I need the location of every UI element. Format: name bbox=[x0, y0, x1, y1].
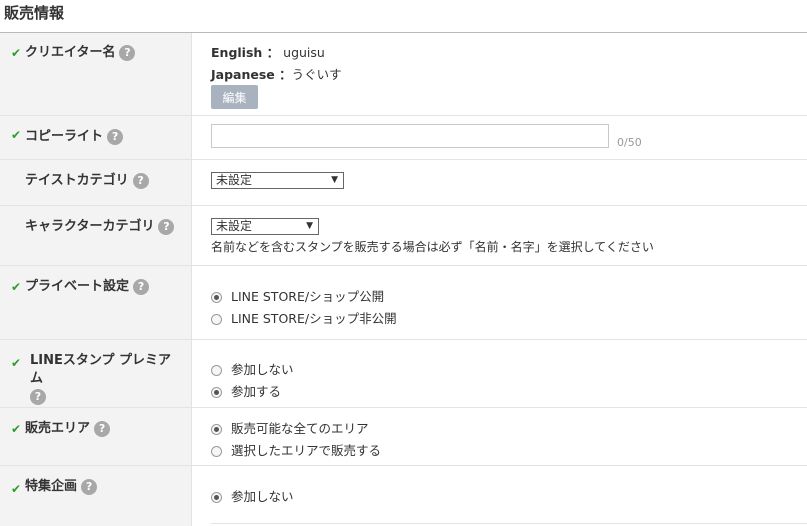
copyright-value-cell: 0/50 bbox=[192, 116, 807, 159]
check-icon: ✔ bbox=[11, 46, 22, 60]
copyright-label-cell: ✔ コピーライト? bbox=[0, 116, 192, 159]
copyright-row: ✔ コピーライト? 0/50 bbox=[0, 116, 807, 160]
character-note: 名前などを含むスタンプを販売する場合は必ず「名前・名字」を選択してください bbox=[211, 240, 654, 254]
help-icon[interactable]: ? bbox=[132, 172, 149, 189]
check-icon: ✔ bbox=[11, 280, 22, 294]
check-icon: ✔ bbox=[11, 128, 22, 142]
private-row: ✔ プライベート設定? LINE STORE/ショップ公開 LINE STORE… bbox=[0, 266, 807, 340]
creator-row: ✔ クリエイター名? English ： uguisu Japanese ：うぐ… bbox=[0, 33, 807, 116]
premium-label-cell: ✔ LINEスタンプ プレミアム? bbox=[0, 340, 192, 407]
edit-button[interactable]: 編集 bbox=[211, 85, 258, 109]
area-row: ✔ 販売エリア? 販売可能な全てのエリア 選択したエリアで販売する bbox=[0, 408, 807, 466]
radio-label: 参加しない bbox=[231, 362, 294, 377]
area-value-cell: 販売可能な全てのエリア 選択したエリアで販売する bbox=[192, 408, 807, 465]
check-icon: ✔ bbox=[11, 356, 22, 370]
radio-button[interactable] bbox=[211, 387, 222, 398]
check-icon: ✔ bbox=[11, 422, 22, 436]
private-label: プライベート設定 bbox=[25, 279, 130, 294]
check-icon: ✔ bbox=[11, 482, 22, 496]
taste-select[interactable]: 未設定 ▼ bbox=[211, 172, 344, 189]
radio-label: 参加しない bbox=[231, 489, 294, 504]
private-value-cell: LINE STORE/ショップ公開 LINE STORE/ショップ非公開 bbox=[192, 266, 807, 339]
radio-option[interactable]: LINE STORE/ショップ非公開 bbox=[211, 308, 397, 327]
radio-button[interactable] bbox=[211, 314, 222, 325]
radio-option[interactable]: 選択したエリアで販売する bbox=[211, 440, 381, 459]
special-label: 特集企画 bbox=[25, 479, 78, 494]
creator-en-label: English ： bbox=[211, 45, 280, 60]
special-value-cell: 参加しない bbox=[192, 466, 807, 526]
radio-button[interactable] bbox=[211, 424, 222, 435]
radio-button[interactable] bbox=[211, 292, 222, 303]
creator-label: クリエイター名 bbox=[25, 45, 116, 60]
creator-value-cell: English ： uguisu Japanese ：うぐいす 編集 bbox=[192, 33, 807, 115]
radio-option[interactable]: 参加しない bbox=[211, 359, 294, 378]
private-label-cell: ✔ プライベート設定? bbox=[0, 266, 192, 339]
character-label: キャラクターカテゴリ bbox=[25, 219, 155, 234]
creator-label-cell: ✔ クリエイター名? bbox=[0, 33, 192, 115]
taste-label-cell: テイストカテゴリ? bbox=[0, 160, 192, 205]
radio-button[interactable] bbox=[211, 365, 222, 376]
divider bbox=[211, 523, 807, 524]
radio-label: LINE STORE/ショップ非公開 bbox=[231, 311, 397, 326]
taste-row: テイストカテゴリ? 未設定 ▼ bbox=[0, 160, 807, 206]
radio-label: 選択したエリアで販売する bbox=[231, 443, 382, 458]
help-icon[interactable]: ? bbox=[30, 388, 46, 405]
radio-label: LINE STORE/ショップ公開 bbox=[231, 289, 385, 304]
radio-option[interactable]: 販売可能な全てのエリア bbox=[211, 418, 369, 437]
creator-en-value: uguisu bbox=[283, 45, 325, 60]
premium-value-cell: 参加しない 参加する bbox=[192, 340, 807, 407]
special-row: ✔ 特集企画? 参加しない bbox=[0, 466, 807, 526]
copyright-input[interactable] bbox=[211, 124, 609, 148]
area-label: 販売エリア bbox=[25, 421, 91, 436]
radio-button[interactable] bbox=[211, 492, 222, 503]
premium-row: ✔ LINEスタンプ プレミアム? 参加しない 参加する bbox=[0, 340, 807, 408]
special-label-cell: ✔ 特集企画? bbox=[0, 466, 192, 526]
copyright-label: コピーライト bbox=[25, 129, 104, 144]
character-row: キャラクターカテゴリ? 未設定 ▼ 名前などを含むスタンプを販売する場合は必ず「… bbox=[0, 206, 807, 266]
radio-option[interactable]: 参加する bbox=[211, 381, 281, 400]
dropdown-arrow-icon: ▼ bbox=[306, 221, 313, 231]
taste-selected: 未設定 bbox=[216, 173, 253, 187]
radio-label: 参加する bbox=[231, 384, 282, 399]
creator-ja-label: Japanese ： bbox=[211, 67, 292, 82]
radio-label: 販売可能な全てのエリア bbox=[231, 421, 369, 436]
help-icon[interactable]: ? bbox=[158, 218, 175, 235]
radio-button[interactable] bbox=[211, 446, 222, 457]
help-icon[interactable]: ? bbox=[119, 44, 136, 61]
help-icon[interactable]: ? bbox=[81, 478, 98, 495]
radio-option[interactable]: 参加しない bbox=[211, 486, 294, 505]
help-icon[interactable]: ? bbox=[94, 420, 111, 437]
section-title: 販売情報 bbox=[0, 0, 807, 33]
dropdown-arrow-icon: ▼ bbox=[331, 175, 338, 185]
taste-label: テイストカテゴリ bbox=[25, 173, 129, 188]
taste-value-cell: 未設定 ▼ bbox=[192, 160, 807, 205]
character-selected: 未設定 bbox=[216, 219, 253, 233]
character-select[interactable]: 未設定 ▼ bbox=[211, 218, 319, 235]
creator-ja-value: うぐいす bbox=[291, 67, 342, 82]
character-value-cell: 未設定 ▼ 名前などを含むスタンプを販売する場合は必ず「名前・名字」を選択してく… bbox=[192, 206, 807, 265]
premium-label: LINEスタンプ プレミアム bbox=[30, 353, 172, 386]
character-label-cell: キャラクターカテゴリ? bbox=[0, 206, 192, 265]
radio-option[interactable]: LINE STORE/ショップ公開 bbox=[211, 286, 384, 305]
help-icon[interactable]: ? bbox=[133, 278, 150, 295]
help-icon[interactable]: ? bbox=[107, 128, 124, 145]
area-label-cell: ✔ 販売エリア? bbox=[0, 408, 192, 465]
copyright-counter: 0/50 bbox=[617, 136, 642, 149]
